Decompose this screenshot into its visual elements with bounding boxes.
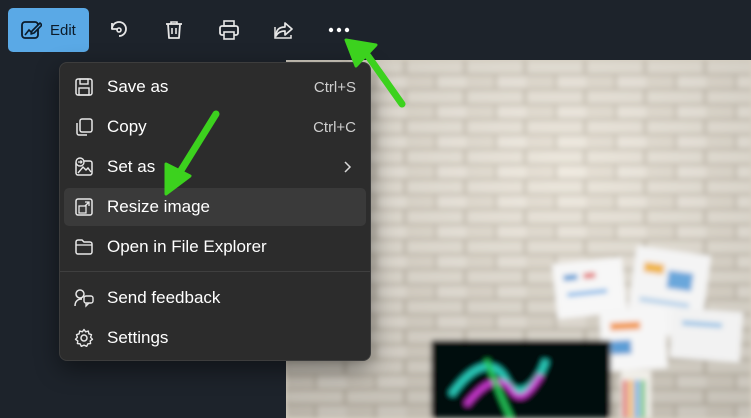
share-button[interactable] [264, 10, 304, 50]
menu-item-send-feedback[interactable]: Send feedback [64, 279, 366, 317]
delete-button[interactable] [154, 10, 194, 50]
menu-item-shortcut: Ctrl+S [313, 78, 356, 96]
chevron-right-icon [344, 161, 352, 173]
copy-icon [76, 118, 93, 136]
print-icon [219, 20, 239, 40]
menu-item-label: Copy [107, 117, 147, 136]
edit-button[interactable]: Edit [8, 8, 89, 52]
rotate-button[interactable] [99, 10, 139, 50]
more-options-icon [328, 27, 350, 33]
rotate-icon [111, 21, 127, 37]
set-as-icon [75, 157, 93, 176]
menu-item-set-as[interactable]: Set as [64, 148, 366, 186]
resize-image-icon [75, 198, 93, 216]
menu-item-resize-image[interactable]: Resize image [64, 188, 366, 226]
share-icon [274, 22, 293, 39]
menu-item-label: Set as [107, 157, 156, 176]
menu-item-label: Save as [107, 77, 169, 96]
menu-item-settings[interactable]: Settings [64, 319, 366, 357]
more-options-button[interactable] [319, 10, 359, 50]
edit-button-label: Edit [50, 21, 76, 39]
print-button[interactable] [209, 10, 249, 50]
save-icon [75, 78, 93, 96]
trash-icon [166, 21, 182, 39]
menu-item-label: Settings [107, 328, 169, 347]
menu-item-open-in-file-explorer[interactable]: Open in File Explorer [64, 228, 366, 266]
menu-divider [60, 271, 370, 272]
menu-item-label: Send feedback [107, 288, 221, 307]
menu-item-label: Resize image [107, 197, 210, 216]
edit-image-icon [21, 21, 42, 39]
toolbar: Edit [0, 0, 751, 60]
feedback-icon [74, 289, 94, 308]
folder-icon [75, 239, 93, 255]
menu-item-shortcut: Ctrl+C [313, 118, 356, 136]
menu-item-copy[interactable]: Copy Ctrl+C [64, 108, 366, 146]
more-options-menu: Save as Ctrl+S Copy Ctrl+C Set as Resize… [59, 62, 371, 361]
menu-item-save-as[interactable]: Save as Ctrl+S [64, 68, 366, 106]
menu-item-label: Open in File Explorer [107, 237, 267, 256]
gear-icon [74, 328, 94, 347]
